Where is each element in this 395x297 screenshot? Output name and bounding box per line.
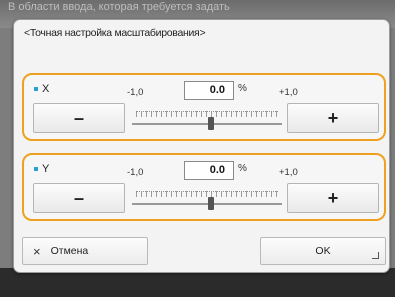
x-increase-button[interactable]: + — [287, 103, 379, 133]
y-slider-ticks — [136, 191, 278, 197]
enter-corner-icon — [372, 252, 379, 259]
ok-button[interactable]: OK — [260, 237, 386, 265]
x-adjust-group: X -1,0 0.0 % +1,0 – + — [22, 73, 386, 141]
y-max-label: +1,0 — [279, 167, 298, 178]
y-adjust-group: Y -1,0 0.0 % +1,0 – + — [22, 153, 386, 221]
x-unit-label: % — [238, 83, 247, 94]
x-axis-text: X — [42, 83, 50, 95]
y-slider-thumb[interactable] — [208, 197, 214, 210]
x-max-label: +1,0 — [279, 87, 298, 98]
x-slider-ticks — [136, 111, 278, 117]
bullet-icon — [34, 87, 38, 91]
x-slider[interactable] — [132, 105, 282, 131]
x-min-label: -1,0 — [127, 87, 144, 98]
x-slider-track — [132, 123, 282, 125]
bullet-icon — [34, 167, 38, 171]
x-axis-label: X — [34, 83, 49, 95]
y-slider-track — [132, 203, 282, 205]
y-slider[interactable] — [132, 185, 282, 211]
ok-label: OK — [315, 245, 331, 257]
y-min-label: -1,0 — [127, 167, 144, 178]
y-axis-text: Y — [42, 163, 50, 175]
background-hint-text: В области ввода, которая требуется задат… — [8, 1, 230, 13]
x-decrease-button[interactable]: – — [33, 103, 125, 133]
x-value-field[interactable]: 0.0 — [184, 81, 234, 100]
dialog-title: <Точная настройка масштабирования> — [24, 27, 206, 39]
y-increase-button[interactable]: + — [287, 183, 379, 213]
zoom-fine-adjust-dialog: <Точная настройка масштабирования> X -1,… — [13, 19, 390, 273]
close-icon: × — [33, 243, 41, 259]
y-axis-label: Y — [34, 163, 49, 175]
cancel-button[interactable]: × Отмена — [22, 237, 148, 265]
y-decrease-button[interactable]: – — [33, 183, 125, 213]
y-value-field[interactable]: 0.0 — [184, 161, 234, 180]
y-unit-label: % — [238, 163, 247, 174]
cancel-label: Отмена — [50, 245, 89, 257]
x-slider-thumb[interactable] — [208, 117, 214, 130]
